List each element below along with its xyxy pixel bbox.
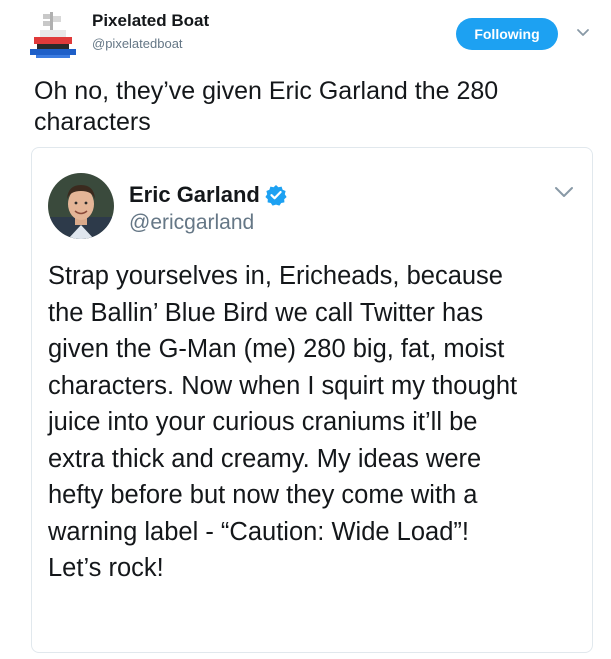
chevron-down-icon[interactable] <box>553 184 575 200</box>
text-line: Strap yourselves in, Ericheads, because <box>48 262 503 290</box>
quoted-tweet-card[interactable]: Eric Garland @ericgarland Strap yourselv… <box>31 147 593 653</box>
quoted-handle[interactable]: @ericgarland <box>129 211 254 235</box>
text-line: juice into your curious craniums it’ll b… <box>48 408 478 436</box>
text-line: given the G-Man (me) 280 big, fat, moist <box>48 335 505 363</box>
author-handle[interactable]: @pixelatedboat <box>92 36 183 51</box>
quoted-tweet-text: Strap yourselves in, Ericheads, because … <box>48 258 580 587</box>
author-display-name[interactable]: Pixelated Boat <box>92 11 209 31</box>
chevron-down-icon[interactable] <box>576 26 590 40</box>
tweet-text: Oh no, they’ve given Eric Garland the 28… <box>34 77 499 136</box>
pixel-boat-icon[interactable] <box>28 10 78 60</box>
text-line: warning label - “Caution: Wide Load”! <box>48 517 469 546</box>
avatar[interactable] <box>48 173 114 239</box>
text-line: hefty before but now they come with a <box>48 481 478 509</box>
text-line: Let’s rock! <box>48 554 164 582</box>
following-button[interactable]: Following <box>456 18 558 50</box>
text-line: characters. Now when I squirt my thought <box>48 371 518 400</box>
quoted-author[interactable]: Eric Garland <box>129 182 287 208</box>
verified-badge-icon <box>265 184 287 206</box>
quoted-display-name[interactable]: Eric Garland <box>129 182 260 208</box>
text-line: extra thick and creamy. My ideas were <box>48 444 482 473</box>
tweet: Pixelated Boat @pixelatedboat Following … <box>0 0 611 659</box>
text-line: the Ballin’ Blue Bird we call Twitter ha… <box>48 298 484 327</box>
